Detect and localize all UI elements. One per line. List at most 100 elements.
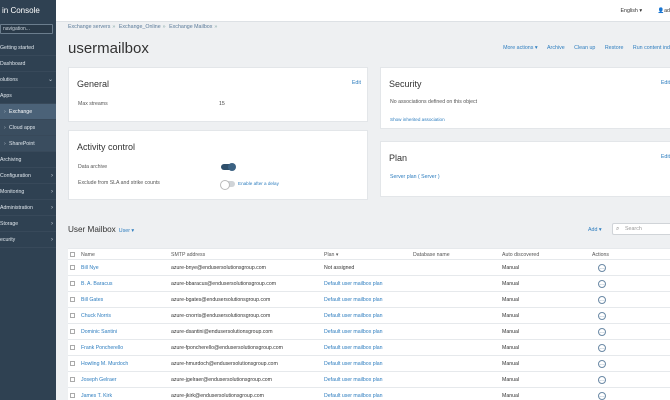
row-actions-icon[interactable]: … (598, 376, 606, 384)
auto-discovered-value: Manual (502, 393, 520, 399)
mailbox-name-link[interactable]: Joseph Gelraer (81, 372, 171, 388)
sidebar-item-exchange[interactable]: › Exchange (0, 104, 56, 120)
row-actions-icon[interactable]: … (598, 392, 606, 400)
enable-after-delay-link[interactable]: Enable after a delay (238, 181, 279, 186)
more-actions-button[interactable]: More actions ▾ (503, 45, 537, 51)
table-row[interactable]: Joseph Gelraer azure-jgelraer@endusersolu… (68, 372, 670, 388)
sidebar-item-getting-started[interactable]: Getting started (0, 40, 56, 56)
activity-control-card: Activity control Data archive Exclude fr… (68, 130, 368, 200)
add-dropdown-button[interactable]: Add ▾ (588, 227, 602, 233)
clean-up-button[interactable]: Clean up (574, 45, 595, 51)
plan-value[interactable]: Default user mailbox plan (324, 356, 412, 372)
table-row[interactable]: Bill Gates azure-bgates@endusersolutionsg… (68, 292, 670, 308)
sidebar-item-solutions[interactable]: olutions ⌄ (0, 72, 56, 88)
general-edit-link[interactable]: Edit (352, 80, 361, 86)
breadcrumb-exchange-servers[interactable]: Exchange servers (68, 24, 110, 30)
row-actions-icon[interactable]: … (598, 360, 606, 368)
plan-value[interactable]: Default user mailbox plan (324, 292, 412, 308)
action-bar: More actions ▾ Archive Clean up Restore … (495, 45, 670, 51)
row-checkbox[interactable] (70, 345, 75, 350)
mailbox-name-link[interactable]: Bill Gates (81, 292, 171, 308)
breadcrumb-exchange-mailbox[interactable]: Exchange Mailbox (169, 24, 212, 30)
smtp-address: azure-cnorris@endusersolutionsgroup.com (171, 313, 271, 319)
table-row[interactable]: Frank Poncherello azure-fponcherello@endu… (68, 340, 670, 356)
plan-edit-link[interactable]: Edit (661, 154, 670, 160)
plan-value[interactable]: Default user mailbox plan (324, 340, 412, 356)
sidebar: in Console navigation... Getting started… (0, 0, 56, 400)
sidebar-item-cloud-apps[interactable]: › Cloud apps (0, 120, 56, 136)
mailbox-name-link[interactable]: B. A. Baracus (81, 276, 171, 292)
row-actions-icon[interactable]: … (598, 344, 606, 352)
navigation-search-input[interactable]: navigation... (0, 24, 53, 34)
row-checkbox[interactable] (70, 329, 75, 334)
exclude-sla-toggle[interactable] (220, 180, 235, 190)
table-row[interactable]: James T. Kirk azure-jkirk@endusersolution… (68, 388, 670, 400)
user-filter-dropdown[interactable]: User ▾ (119, 228, 134, 234)
top-bar: English ▾ 👤ad (56, 0, 670, 22)
row-actions-icon[interactable]: … (598, 328, 606, 336)
search-input[interactable]: ⌕ Search (612, 223, 670, 235)
mailbox-name-link[interactable]: Chuck Norris (81, 308, 171, 324)
table-row[interactable]: Bill Nye azure-bnye@endusersolutionsgroup… (68, 260, 670, 276)
mailbox-name-link[interactable]: Howling M. Murdoch (81, 356, 171, 372)
plan-value[interactable]: Default user mailbox plan (324, 308, 412, 324)
row-checkbox[interactable] (70, 281, 75, 286)
row-actions-icon[interactable]: … (598, 264, 606, 272)
mailbox-name-link[interactable]: Frank Poncherello (81, 340, 171, 356)
smtp-address: azure-jgelraer@endusersolutionsgroup.com (171, 377, 272, 383)
user-menu[interactable]: 👤ad (657, 8, 670, 14)
plan-value[interactable]: Default user mailbox plan (324, 276, 412, 292)
table-row[interactable]: Howling M. Murdoch azure-hmurdoch@enduser… (68, 356, 670, 372)
chevron-right-icon: › (51, 221, 53, 227)
app-title: in Console (2, 6, 40, 15)
sidebar-item-dashboard[interactable]: Dashboard (0, 56, 56, 72)
language-select[interactable]: English ▾ (620, 8, 642, 14)
auto-discovered-value: Manual (502, 281, 520, 287)
row-checkbox[interactable] (70, 297, 75, 302)
sidebar-item-archiving[interactable]: Archiving (0, 152, 56, 168)
row-actions-icon[interactable]: … (598, 312, 606, 320)
mailbox-name-link[interactable]: Bill Nye (81, 260, 171, 276)
archive-button[interactable]: Archive (547, 45, 565, 51)
plan-card: Plan Edit Server plan ( Server ) (380, 141, 670, 197)
sidebar-item-monitoring[interactable]: Monitoring › (0, 184, 56, 200)
data-archive-toggle[interactable] (221, 163, 236, 171)
max-streams-label: Max streams (78, 101, 108, 107)
row-checkbox[interactable] (70, 393, 75, 398)
user-mailbox-title: User Mailbox User ▾ (68, 225, 135, 234)
run-content-indexing-button[interactable]: Run content ind (633, 45, 670, 51)
table-row[interactable]: B. A. Baracus azure-bbaracus@endusersolut… (68, 276, 670, 292)
row-checkbox[interactable] (70, 361, 75, 366)
sidebar-item-apps[interactable]: Apps (0, 88, 56, 104)
sidebar-item-administration[interactable]: Administration › (0, 200, 56, 216)
row-checkbox[interactable] (70, 377, 75, 382)
table-row[interactable]: Dominic Santini azure-dsantini@endusersol… (68, 324, 670, 340)
plan-value[interactable]: Default user mailbox plan (324, 388, 412, 400)
mailbox-table: Name SMTP address Plan ▾ Database name A… (68, 248, 670, 400)
table-row[interactable]: Chuck Norris azure-cnorris@endusersolutio… (68, 308, 670, 324)
mailbox-name-link[interactable]: James T. Kirk (81, 388, 171, 400)
server-plan-link[interactable]: Server plan ( Server ) (390, 174, 440, 180)
security-edit-link[interactable]: Edit (661, 80, 670, 86)
show-inherited-association-link[interactable]: Show inherited association (390, 117, 445, 122)
search-icon: ⌕ (616, 226, 620, 232)
row-actions-icon[interactable]: … (598, 296, 606, 304)
security-note: No associations defined on this object (390, 99, 478, 105)
row-checkbox[interactable] (70, 313, 75, 318)
plan-title: Plan (389, 153, 408, 163)
sidebar-item-configuration[interactable]: Configuration › (0, 168, 56, 184)
breadcrumb-exchange-online[interactable]: Exchange_Online (119, 24, 161, 30)
exclude-sla-label: Exclude from SLA and strike counts (78, 180, 160, 186)
plan-value[interactable]: Default user mailbox plan (324, 324, 412, 340)
restore-button[interactable]: Restore (605, 45, 624, 51)
sidebar-item-storage[interactable]: Storage › (0, 216, 56, 232)
sidebar-item-sharepoint[interactable]: › SharePoint (0, 136, 56, 152)
select-all-checkbox[interactable] (70, 252, 75, 257)
row-checkbox[interactable] (70, 265, 75, 270)
sidebar-item-security[interactable]: ecurity › (0, 232, 56, 248)
auto-discovered-value: Manual (502, 265, 520, 271)
mailbox-name-link[interactable]: Dominic Santini (81, 324, 171, 340)
row-actions-icon[interactable]: … (598, 280, 606, 288)
chevron-right-icon: › (51, 205, 53, 211)
plan-value[interactable]: Default user mailbox plan (324, 372, 412, 388)
